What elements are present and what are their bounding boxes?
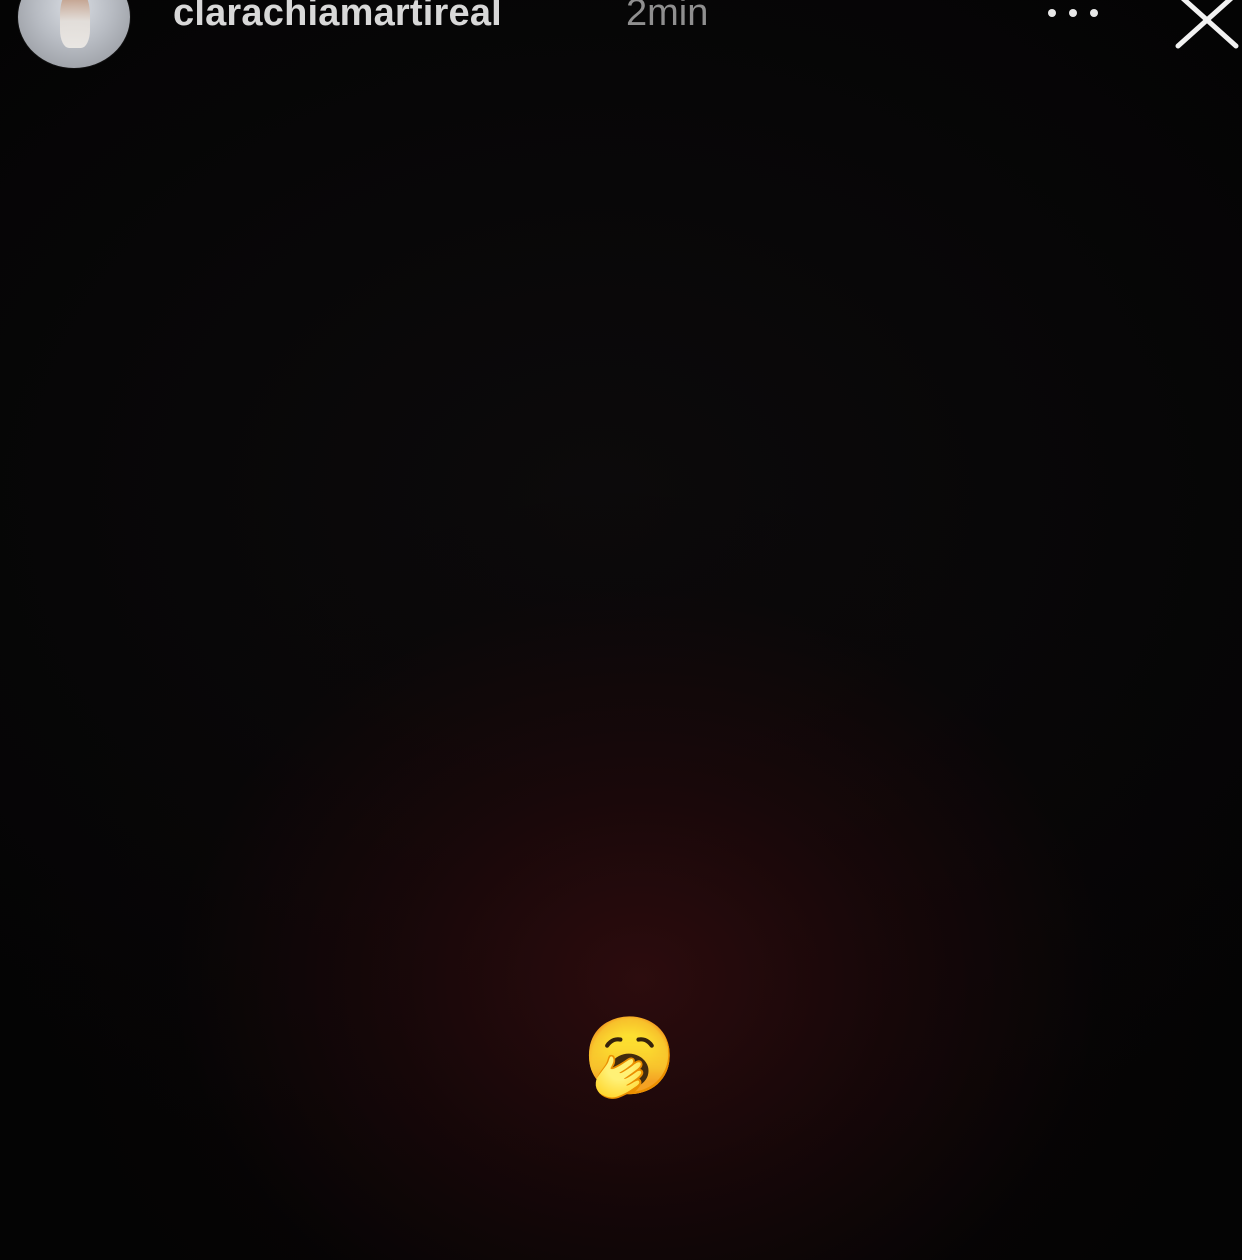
story-header: clarachiamartireal 2min: [0, 0, 1242, 80]
close-icon[interactable]: [1172, 0, 1240, 50]
more-icon[interactable]: [1040, 6, 1106, 20]
more-dot: [1069, 9, 1077, 17]
yawning-face-emoji: 🥱: [582, 1014, 677, 1099]
more-dot: [1048, 9, 1056, 17]
profile-avatar[interactable]: [18, 0, 130, 68]
story-viewer[interactable]: clarachiamartireal 2min 🥱: [0, 0, 1242, 1260]
story-username[interactable]: clarachiamartireal: [173, 0, 502, 35]
story-timestamp: 2min: [626, 0, 709, 34]
close-icon-graphic: [1175, 0, 1239, 49]
more-dot: [1090, 9, 1098, 17]
avatar-figure: [60, 0, 90, 48]
